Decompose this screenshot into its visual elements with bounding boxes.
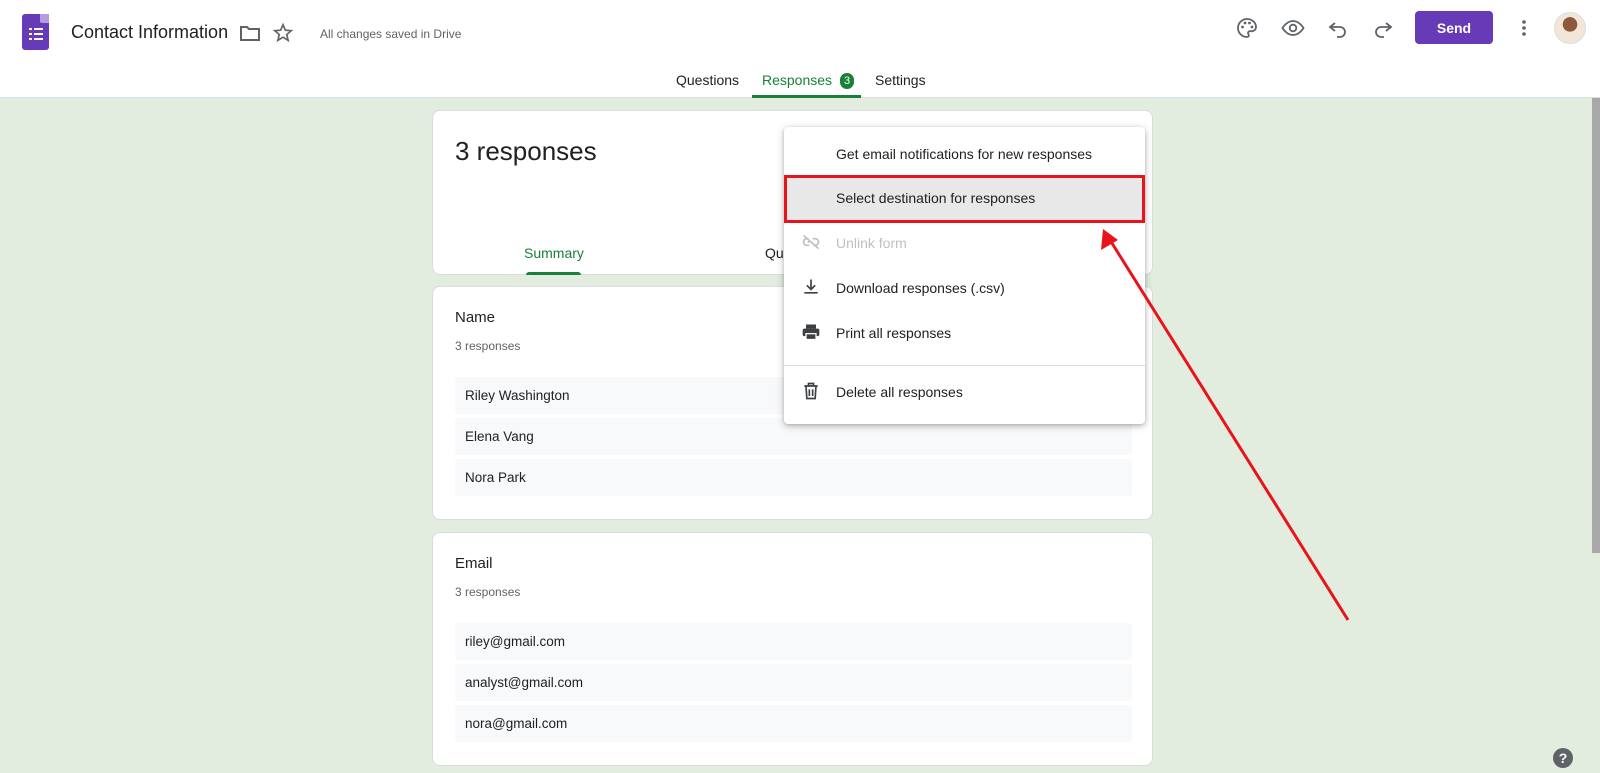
annotation-arrow	[1101, 229, 1350, 621]
help-icon[interactable]: ?	[1553, 748, 1573, 768]
